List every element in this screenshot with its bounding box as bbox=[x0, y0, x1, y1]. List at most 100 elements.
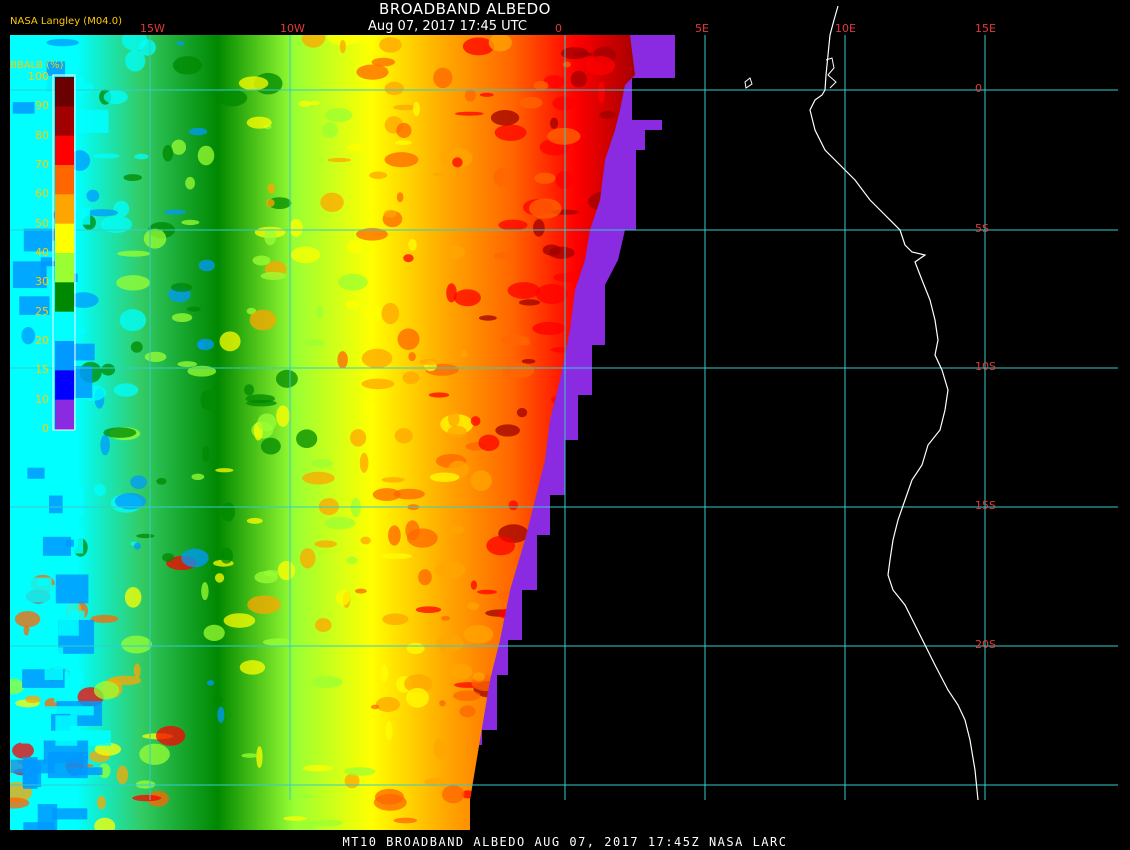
albedo-texture-patch bbox=[119, 309, 147, 332]
albedo-texture-patch bbox=[25, 695, 41, 704]
albedo-texture-patch bbox=[277, 560, 296, 581]
colorbar-label: 0 bbox=[42, 422, 49, 435]
albedo-texture-patch bbox=[574, 551, 607, 572]
colorbar-swatch bbox=[55, 77, 74, 107]
albedo-texture-patch bbox=[419, 358, 438, 366]
albedo-texture-patch bbox=[347, 143, 367, 152]
albedo-texture-patch bbox=[408, 352, 416, 362]
albedo-texture-patch bbox=[321, 122, 338, 138]
albedo-texture-patch bbox=[450, 525, 464, 535]
colorbar-label: 70 bbox=[35, 158, 49, 171]
albedo-texture-patch bbox=[534, 533, 556, 547]
albedo-texture-patch bbox=[86, 189, 100, 202]
albedo-texture-patch bbox=[206, 680, 215, 686]
albedo-texture-patch bbox=[246, 116, 272, 129]
albedo-texture-patch bbox=[354, 588, 367, 594]
albedo-texture-patch bbox=[44, 647, 64, 681]
albedo-texture-patch bbox=[216, 89, 248, 107]
colorbar-swatch bbox=[55, 223, 74, 254]
albedo-texture-patch bbox=[276, 405, 290, 427]
albedo-texture-patch bbox=[502, 362, 535, 379]
albedo-texture-patch bbox=[595, 666, 618, 677]
colorbar-label: 20 bbox=[35, 334, 49, 347]
albedo-texture-patch bbox=[514, 721, 542, 732]
albedo-texture-patch bbox=[521, 358, 536, 364]
albedo-texture-patch bbox=[559, 576, 588, 595]
colorbar-label: 60 bbox=[35, 187, 49, 201]
longitude-tick-label: 15E bbox=[975, 22, 996, 35]
albedo-texture-patch bbox=[130, 475, 148, 490]
albedo-texture-patch bbox=[493, 167, 513, 187]
albedo-texture-patch bbox=[290, 246, 321, 264]
colorbar-label: 40 bbox=[35, 246, 49, 259]
albedo-texture-patch bbox=[453, 289, 481, 307]
albedo-texture-patch bbox=[518, 299, 541, 306]
longitude-tick-label: 10E bbox=[835, 22, 856, 35]
map-title: BROADBAND ALBEDO bbox=[379, 0, 551, 18]
albedo-texture-patch bbox=[448, 410, 460, 427]
albedo-texture-patch bbox=[172, 56, 203, 75]
albedo-texture-patch bbox=[497, 706, 524, 727]
albedo-texture-patch bbox=[497, 680, 517, 695]
albedo-texture-patch bbox=[345, 299, 360, 310]
albedo-texture-patch bbox=[58, 600, 79, 636]
albedo-texture-patch bbox=[612, 365, 635, 377]
albedo-texture-patch bbox=[381, 477, 405, 483]
albedo-texture-patch bbox=[171, 313, 193, 323]
albedo-texture-patch bbox=[136, 533, 155, 539]
albedo-texture-patch bbox=[246, 517, 263, 524]
albedo-texture-patch bbox=[546, 679, 573, 694]
albedo-texture-patch bbox=[584, 626, 597, 641]
albedo-texture-patch bbox=[101, 363, 116, 376]
albedo-texture-patch bbox=[296, 429, 318, 449]
albedo-texture-patch bbox=[186, 306, 201, 312]
albedo-texture-patch bbox=[547, 127, 581, 145]
albedo-texture-patch bbox=[359, 452, 369, 473]
albedo-texture-patch bbox=[535, 283, 569, 305]
albedo-texture-patch bbox=[181, 548, 209, 568]
albedo-texture-patch bbox=[241, 753, 258, 758]
albedo-texture-patch bbox=[519, 340, 531, 346]
albedo-texture-patch bbox=[93, 681, 120, 700]
albedo-texture-patch bbox=[599, 698, 633, 715]
albedo-texture-patch bbox=[374, 788, 405, 805]
albedo-texture-patch bbox=[20, 716, 57, 744]
albedo-texture-patch bbox=[495, 424, 520, 437]
albedo-texture-patch bbox=[28, 631, 42, 641]
albedo-texture-patch bbox=[563, 566, 582, 586]
albedo-texture-patch bbox=[116, 765, 129, 785]
albedo-texture-patch bbox=[310, 459, 333, 468]
albedo-texture-patch bbox=[257, 413, 277, 432]
albedo-texture-patch bbox=[405, 520, 420, 541]
albedo-texture-patch bbox=[316, 305, 324, 319]
albedo-texture-patch bbox=[609, 298, 629, 305]
albedo-texture-patch bbox=[580, 703, 612, 713]
colorbar-swatch bbox=[55, 106, 74, 137]
albedo-texture-patch bbox=[46, 38, 79, 47]
albedo-texture-patch bbox=[591, 594, 606, 600]
albedo-texture-patch bbox=[356, 64, 389, 80]
albedo-texture-patch bbox=[219, 331, 241, 352]
albedo-texture-patch bbox=[522, 645, 540, 658]
albedo-texture-patch bbox=[584, 56, 616, 76]
albedo-texture-patch bbox=[516, 407, 528, 418]
albedo-texture-patch bbox=[467, 602, 480, 611]
albedo-texture-patch bbox=[379, 37, 402, 53]
albedo-texture-patch bbox=[380, 664, 389, 682]
albedo-texture-patch bbox=[200, 390, 214, 411]
albedo-texture-patch bbox=[455, 111, 484, 116]
albedo-texture-patch bbox=[350, 429, 367, 447]
albedo-texture-patch bbox=[143, 228, 167, 249]
albedo-texture-patch bbox=[486, 536, 516, 556]
albedo-texture-patch bbox=[27, 467, 45, 479]
albedo-texture-patch bbox=[552, 775, 582, 798]
albedo-texture-patch bbox=[38, 405, 48, 422]
albedo-texture-patch bbox=[176, 41, 185, 46]
albedo-texture-patch bbox=[14, 611, 41, 628]
albedo-texture-patch bbox=[139, 39, 156, 56]
albedo-texture-patch bbox=[198, 259, 215, 272]
albedo-texture-patch bbox=[243, 384, 255, 396]
albedo-texture-patch bbox=[185, 176, 196, 190]
albedo-texture-patch bbox=[55, 715, 78, 746]
albedo-texture-patch bbox=[608, 806, 620, 828]
